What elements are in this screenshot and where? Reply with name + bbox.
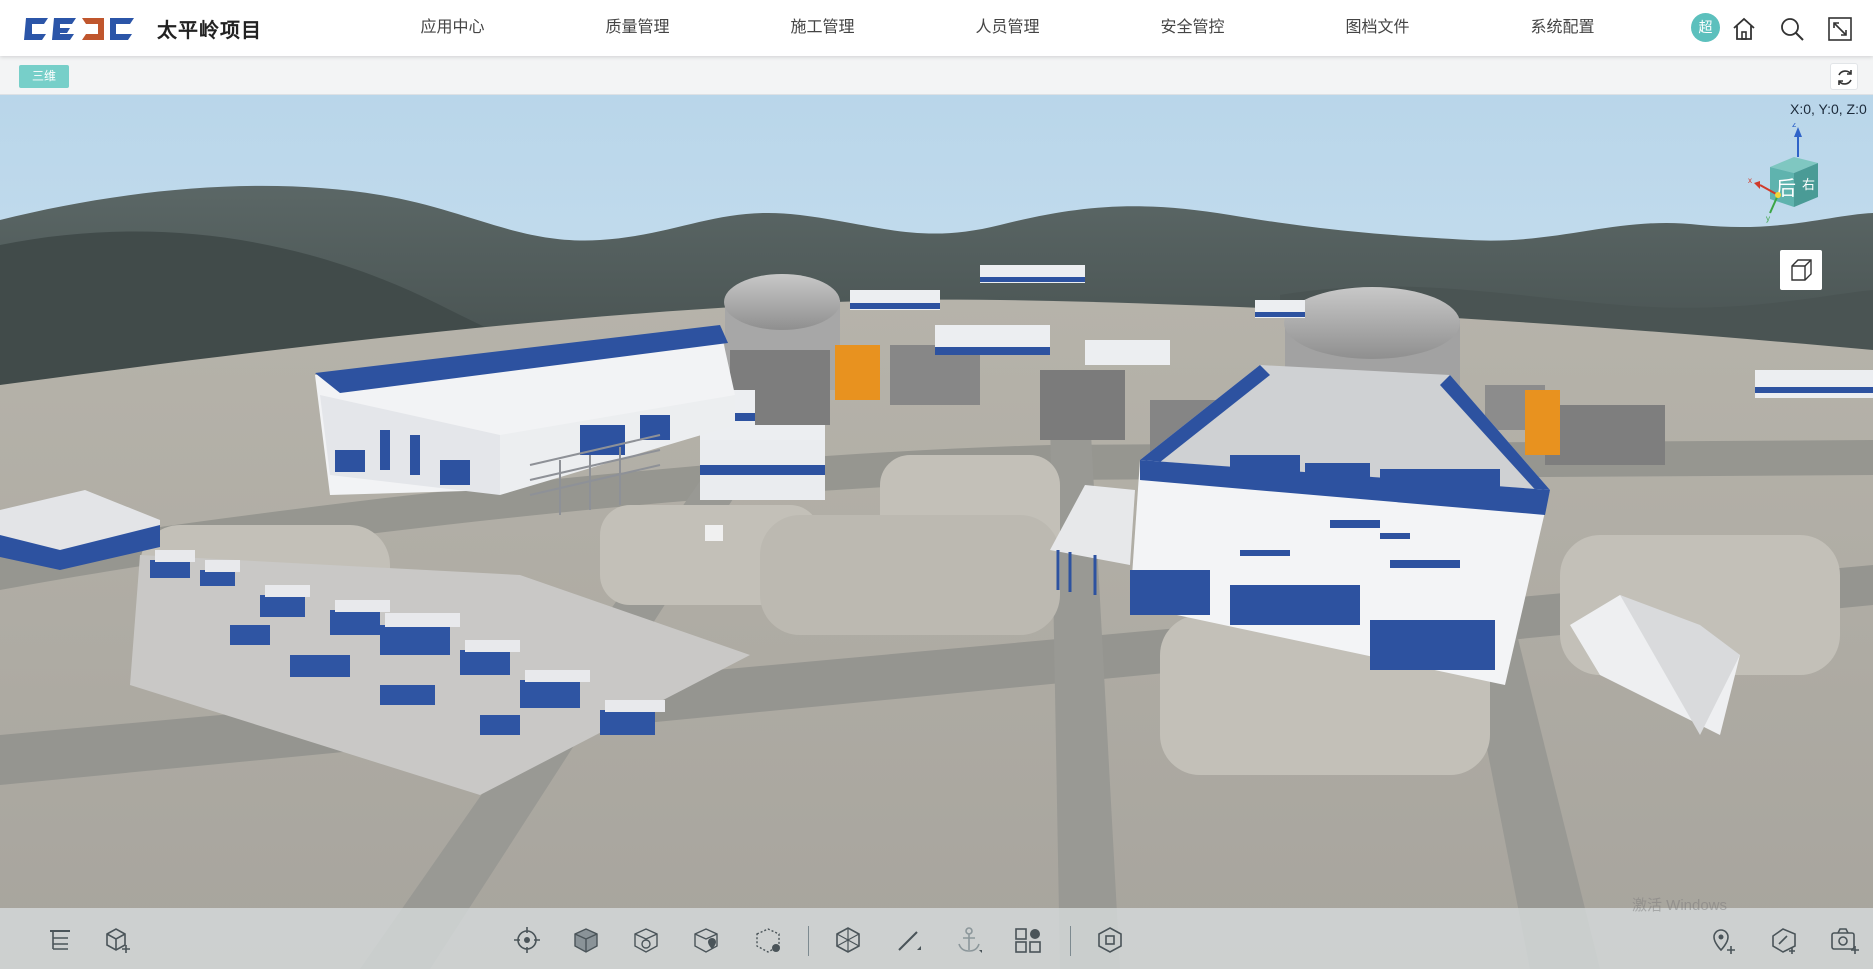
cube-dashed-icon[interactable] bbox=[752, 924, 784, 956]
locate-icon[interactable] bbox=[511, 924, 543, 956]
fullscreen-icon[interactable] bbox=[1827, 16, 1853, 42]
view-mode-bar: 三维 bbox=[0, 56, 1873, 95]
project-title: 太平岭项目 bbox=[157, 20, 262, 42]
nav-safety[interactable]: 安全管控 bbox=[1100, 0, 1285, 56]
nav-app-center[interactable]: 应用中心 bbox=[360, 0, 545, 56]
company-logo bbox=[22, 15, 148, 43]
add-screenshot-icon[interactable] bbox=[1828, 924, 1860, 956]
cube-face-right[interactable]: 右 bbox=[1802, 178, 1815, 193]
toolbar-divider bbox=[1070, 926, 1071, 956]
user-avatar[interactable]: 超 bbox=[1691, 13, 1720, 42]
view-cube-toggle-button[interactable] bbox=[1780, 250, 1822, 290]
add-model-icon[interactable] bbox=[102, 924, 134, 956]
top-header: 太平岭项目 应用中心 质量管理 施工管理 人员管理 安全管控 图档文件 系统配置… bbox=[0, 0, 1873, 56]
x-axis-label: x bbox=[1748, 176, 1752, 185]
z-axis-label: z bbox=[1792, 123, 1797, 129]
layers-icon[interactable] bbox=[1012, 924, 1044, 956]
cube-search-icon[interactable] bbox=[630, 924, 662, 956]
cube-solid-icon[interactable] bbox=[570, 924, 602, 956]
nav-quality[interactable]: 质量管理 bbox=[545, 0, 730, 56]
nav-documents[interactable]: 图档文件 bbox=[1285, 0, 1470, 56]
cube-outline-icon bbox=[1791, 259, 1812, 281]
anchor-icon[interactable] bbox=[953, 924, 985, 956]
y-axis-label: y bbox=[1766, 214, 1770, 223]
measure-icon[interactable] bbox=[893, 924, 925, 956]
3d-viewport[interactable]: X:0, Y:0, Z:0 z 后 右 x y bbox=[0, 95, 1873, 969]
nav-system-config[interactable]: 系统配置 bbox=[1470, 0, 1655, 56]
nav-construction[interactable]: 施工管理 bbox=[730, 0, 915, 56]
mode-tag-3d[interactable]: 三维 bbox=[19, 65, 69, 88]
coordinate-readout: X:0, Y:0, Z:0 bbox=[1790, 101, 1867, 117]
search-icon[interactable] bbox=[1779, 16, 1805, 42]
toolbar-divider bbox=[808, 926, 809, 956]
refresh-button[interactable] bbox=[1830, 63, 1858, 90]
refresh-icon bbox=[1838, 70, 1852, 85]
bottom-toolbar bbox=[0, 908, 1873, 969]
main-nav: 应用中心 质量管理 施工管理 人员管理 安全管控 图档文件 系统配置 bbox=[360, 0, 1655, 56]
edit-tag-icon[interactable] bbox=[1768, 924, 1800, 956]
add-location-icon[interactable] bbox=[1706, 924, 1738, 956]
home-icon[interactable] bbox=[1731, 16, 1757, 42]
windows-activation-watermark: 激活 Windows bbox=[1632, 897, 1728, 914]
section-box-icon[interactable] bbox=[832, 924, 864, 956]
navigation-cube[interactable]: z 后 右 x y bbox=[1748, 123, 1834, 223]
model-tree-icon[interactable] bbox=[44, 924, 76, 956]
nav-personnel[interactable]: 人员管理 bbox=[915, 0, 1100, 56]
3d-scene[interactable] bbox=[0, 95, 1873, 969]
cube-marker-icon[interactable] bbox=[690, 924, 722, 956]
component-icon[interactable] bbox=[1094, 924, 1126, 956]
